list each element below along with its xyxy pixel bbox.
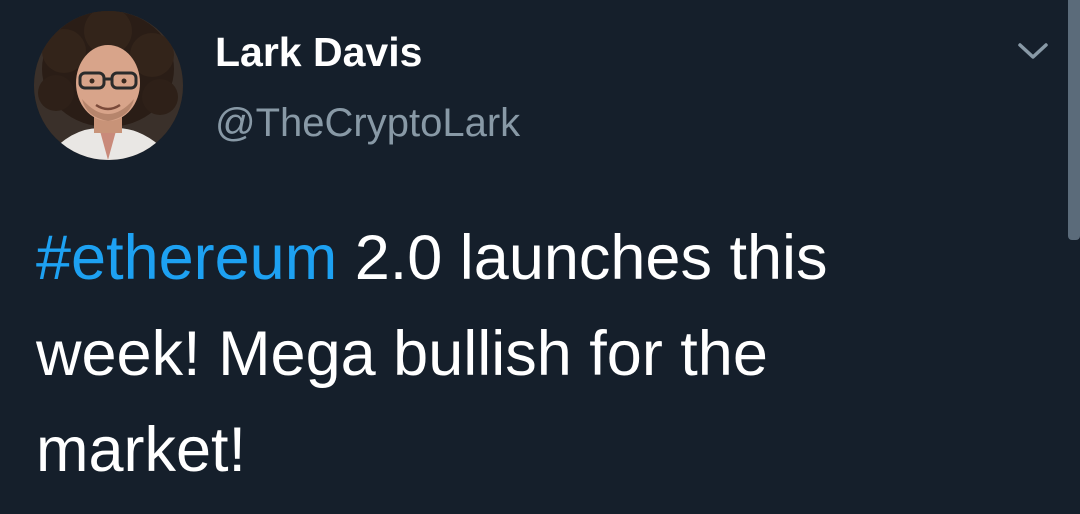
hashtag-link[interactable]: #ethereum [36,223,337,293]
author-display-name[interactable]: Lark Davis [215,28,422,76]
tweet-text-segment: 2.0 launches this [337,223,828,293]
tweet-text-line-3: market! [36,415,247,485]
tweet-text: #ethereum 2.0 launches this week! Mega b… [36,210,1046,498]
tweet: Lark Davis @TheCryptoLark #ethereum 2.0 … [0,0,1080,514]
avatar-image [34,11,183,160]
scrollbar[interactable] [1068,0,1080,240]
avatar[interactable] [34,11,183,160]
chevron-down-icon[interactable] [1012,36,1054,66]
tweet-text-line-2: week! Mega bullish for the [36,319,768,389]
tweet-text-line-1: #ethereum 2.0 launches this [36,210,1046,306]
author-handle[interactable]: @TheCryptoLark [215,99,520,147]
